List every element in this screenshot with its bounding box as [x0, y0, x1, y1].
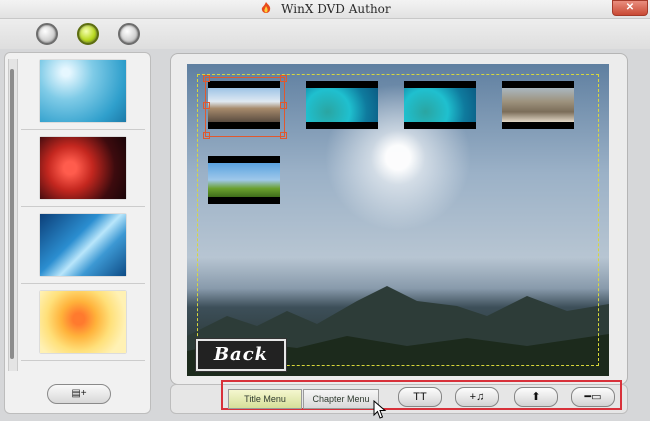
toolbar: [0, 19, 650, 49]
chapter-image: [502, 88, 574, 122]
resize-handle[interactable]: [280, 75, 287, 82]
thumbnail-cell[interactable]: [21, 130, 145, 207]
chapter-image: [306, 88, 378, 122]
window-title: WinX DVD Author: [281, 2, 391, 16]
resize-handle[interactable]: [203, 132, 210, 139]
background-thumbnail-list: [21, 53, 145, 361]
thumbnail-cell[interactable]: [21, 53, 145, 130]
thumbnail-cell[interactable]: [21, 284, 145, 361]
circle-button-3[interactable]: [118, 23, 140, 45]
chapter-image: [208, 163, 280, 197]
title-bar: WinX DVD Author ✕: [0, 0, 650, 19]
close-button[interactable]: ✕: [612, 0, 648, 16]
app-logo-icon: [262, 2, 271, 13]
resize-handle[interactable]: [280, 132, 287, 139]
blue-water-thumbnail[interactable]: [40, 60, 126, 122]
selection-outline[interactable]: [203, 75, 287, 139]
chapter-thumbnail-underwater-2[interactable]: [404, 81, 476, 129]
add-background-button[interactable]: ▤+: [47, 384, 111, 404]
background-sidebar: ▤+: [4, 52, 151, 414]
chapter-image: [404, 88, 476, 122]
circle-button-2-active[interactable]: [77, 23, 99, 45]
back-button[interactable]: Back: [195, 338, 287, 372]
sidebar-scroll-thumb[interactable]: [10, 69, 14, 359]
chapter-thumbnail-desert[interactable]: [502, 81, 574, 129]
red-flowers-thumbnail[interactable]: [40, 137, 126, 199]
chapter-thumbnail-birds[interactable]: [208, 156, 280, 204]
thumbnail-cell[interactable]: [21, 207, 145, 284]
chapter-thumbnail-underwater-1[interactable]: [306, 81, 378, 129]
resize-handle[interactable]: [203, 102, 210, 109]
move-up-button[interactable]: ⬆: [514, 387, 558, 407]
tab-chapter-menu[interactable]: Chapter Menu: [303, 389, 379, 409]
blue-light-thumbnail[interactable]: [40, 214, 126, 276]
sidebar-scrollbar[interactable]: [8, 59, 18, 371]
tab-title-menu[interactable]: Title Menu: [228, 389, 302, 409]
orange-flowers-thumbnail[interactable]: [40, 291, 126, 353]
mouse-cursor-icon: [373, 400, 387, 419]
subtitle-bar-button[interactable]: ━▭: [571, 387, 615, 407]
add-music-button[interactable]: +♫: [455, 387, 499, 407]
dvd-menu-preview: Back: [187, 64, 609, 376]
title-wrap: WinX DVD Author: [0, 1, 650, 16]
circle-button-1[interactable]: [36, 23, 58, 45]
resize-handle[interactable]: [203, 75, 210, 82]
resize-handle[interactable]: [280, 102, 287, 109]
add-text-button[interactable]: TT: [398, 387, 442, 407]
